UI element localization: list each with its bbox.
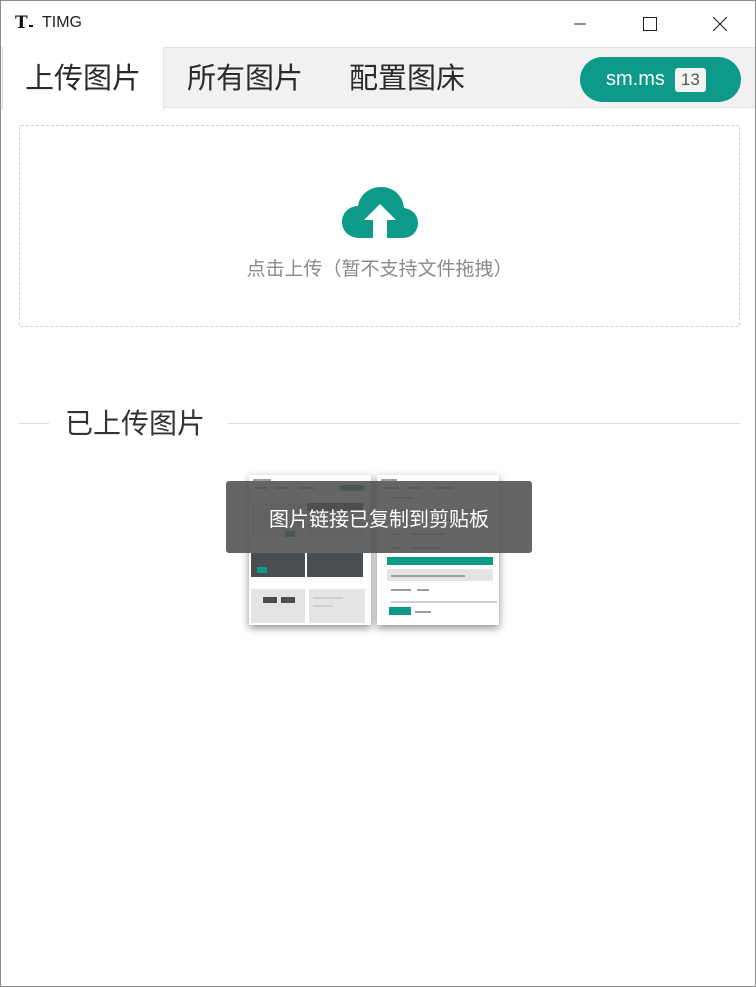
tab-all-images[interactable]: 所有图片 xyxy=(165,47,325,109)
maximize-button[interactable] xyxy=(615,1,685,47)
uploaded-section-title: 已上传图片 xyxy=(65,407,206,440)
app-window: T TIMG 上传图片 所有图片 配置图床 sm.ms 13 点击上传（暂不支持… xyxy=(0,0,756,987)
copy-success-toast: 图片链接已复制到剪贴板 xyxy=(226,481,532,553)
tab-config-host[interactable]: 配置图床 xyxy=(327,47,487,109)
uploaded-section-divider: 已上传图片 xyxy=(19,406,740,442)
minimize-icon xyxy=(574,23,586,25)
tab-upload[interactable]: 上传图片 xyxy=(2,47,165,110)
cloud-upload-icon xyxy=(342,187,418,238)
tab-bar: 上传图片 所有图片 配置图床 sm.ms 13 xyxy=(1,47,755,110)
host-name: sm.ms xyxy=(606,68,665,90)
minimize-button[interactable] xyxy=(545,1,615,47)
app-logo-icon: T xyxy=(15,13,35,33)
maximize-icon xyxy=(643,17,657,31)
host-count-badge: 13 xyxy=(674,67,706,92)
close-icon xyxy=(713,17,727,31)
divider-line-left xyxy=(19,423,49,424)
host-selector-button[interactable]: sm.ms 13 xyxy=(580,57,741,102)
window-title: TIMG xyxy=(42,14,82,31)
upload-dropzone[interactable]: 点击上传（暂不支持文件拖拽） xyxy=(19,125,740,327)
close-button[interactable] xyxy=(685,1,755,47)
upload-hint: 点击上传（暂不支持文件拖拽） xyxy=(246,258,513,280)
title-bar[interactable]: T TIMG xyxy=(1,1,755,47)
divider-line-right xyxy=(228,423,740,424)
